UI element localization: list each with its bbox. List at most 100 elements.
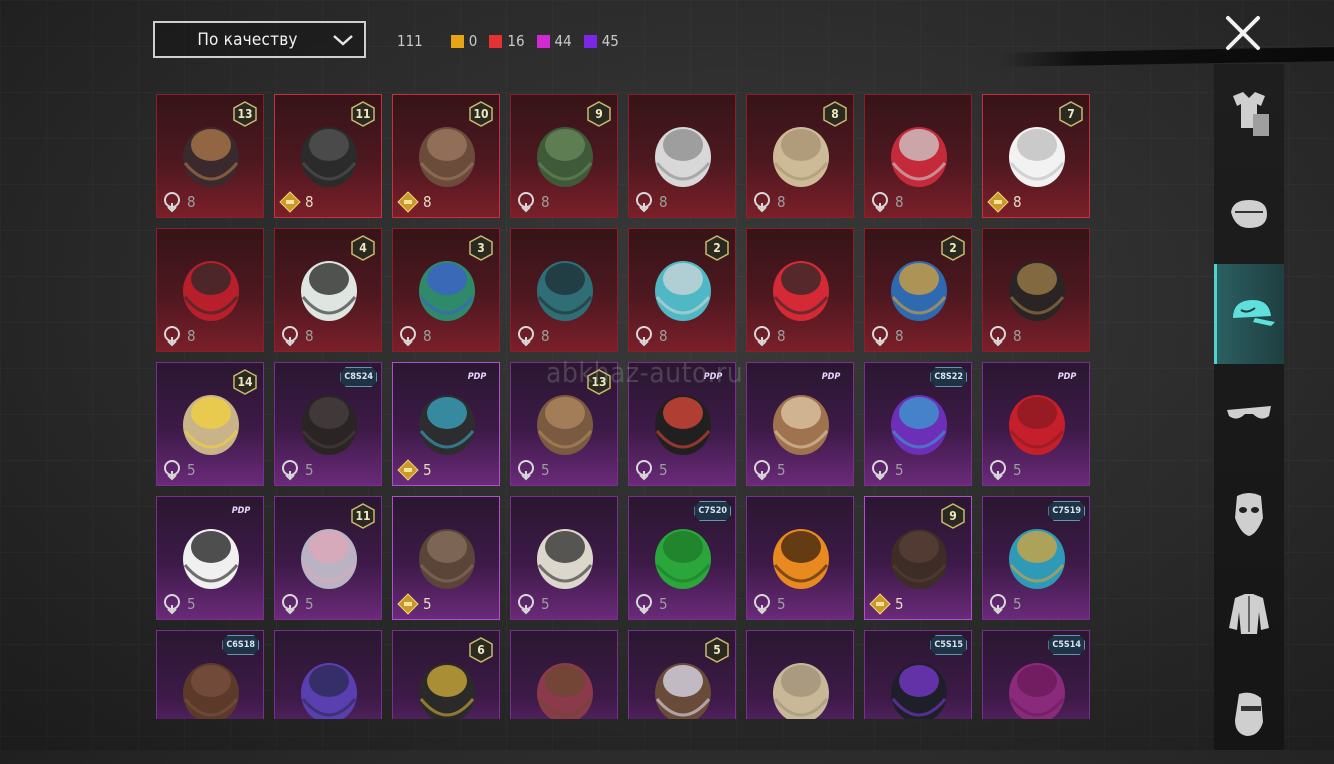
sidebar-tab-cap[interactable] [1214,264,1284,364]
item-card[interactable] [510,630,618,719]
item-card[interactable]: 8 [156,228,264,352]
season-tag-badge: C7S20 [694,501,731,521]
cloud-upgrade-icon [400,326,416,347]
helmet-red-icon [183,261,239,321]
hair-red-icon [1009,395,1065,455]
dragon-helmet-icon [537,261,593,321]
resource-value: 8 [1013,193,1022,211]
sidebar-tab-glasses[interactable] [1214,364,1284,464]
level-badge-number: 11 [355,509,371,523]
item-card[interactable]: 6 [392,630,500,719]
cloud-upgrade-icon [518,460,534,481]
cloud-upgrade-icon [872,326,888,347]
item-card[interactable]: 88 [746,94,854,218]
tier-count-value: 0 [468,32,478,50]
face-mask-icon [1231,200,1267,228]
item-card[interactable]: PDP 5 [156,496,264,620]
item-card[interactable]: 11 5 [274,496,382,620]
item-card[interactable]: 98 [510,94,618,218]
item-card[interactable]: 38 [392,228,500,352]
item-card[interactable]: 5 [392,496,500,620]
mask-icon [1235,493,1263,536]
level-badge-number: 8 [831,107,839,121]
level-badge-number: 10 [473,107,489,121]
item-card[interactable]: 8 [628,94,736,218]
hair-ribbon-icon [419,395,475,455]
witch-hat-icon [537,663,593,719]
sort-dropdown[interactable]: По качеству [153,21,366,58]
resource-value: 5 [895,595,904,613]
fur-hat-icon [537,529,593,589]
resource-value: 5 [659,595,668,613]
tier-swatch [536,34,550,48]
item-card[interactable]: PDP 5 [982,362,1090,486]
cloud-upgrade-icon [282,326,298,347]
cloud-upgrade-icon [636,460,652,481]
item-card[interactable]: PDP 5 [392,362,500,486]
item-card[interactable]: 5 [746,496,854,620]
resource-value: 5 [895,461,904,479]
season-tag-badge: C7S19 [1048,501,1085,521]
tier-count-value: 16 [507,32,525,50]
item-card[interactable]: C7S20 5 [628,496,736,620]
item-card[interactable]: 13 5 [510,362,618,486]
item-card[interactable] [746,630,854,719]
sidebar-tab-face-mask[interactable] [1214,164,1284,264]
item-grid: 13 8 11 8 10 8 9 8 8 8 8 8 7 8 8 4 8 3 8 8 2 8 8 2 8 8 14 5 C8S24 5 PD… [156,94,1094,719]
chevron-down-icon [333,35,353,46]
cloud-upgrade-icon [164,594,180,615]
item-card[interactable]: 95 [864,496,972,620]
item-card[interactable] [274,630,382,719]
level-badge-number: 2 [713,241,721,255]
resource-value: 8 [187,327,196,345]
close-icon[interactable] [1222,12,1264,54]
item-card[interactable]: 8 [864,94,972,218]
gold-coin-icon [279,191,301,213]
resource-value: 8 [423,193,432,211]
sidebar-tab-mask[interactable] [1214,464,1284,564]
item-card[interactable]: C7S19 5 [982,496,1090,620]
sidebar-tab-character[interactable] [1214,664,1284,764]
sidebar-tab-jacket[interactable] [1214,564,1284,664]
resource-value: 5 [423,595,432,613]
item-card[interactable]: 48 [274,228,382,352]
item-card[interactable]: 11 8 [274,94,382,218]
item-card[interactable]: C5S15 [864,630,972,719]
item-card[interactable]: 5 [510,496,618,620]
cloud-upgrade-icon [164,326,180,347]
item-card[interactable]: PDP 5 [746,362,854,486]
resource-value: 5 [541,595,550,613]
cloud-upgrade-icon [754,326,770,347]
level-badge-number: 4 [359,241,367,255]
item-card[interactable]: 8 [746,228,854,352]
item-card[interactable]: 78 [982,94,1090,218]
sidebar-tab-outfit[interactable] [1214,64,1284,164]
item-card[interactable]: 10 8 [392,94,500,218]
item-card[interactable]: 8 [982,228,1090,352]
level-badge-number: 2 [949,241,957,255]
item-card[interactable]: 28 [628,228,736,352]
cyber-helmet-icon [773,261,829,321]
ponytail-icon [419,529,475,589]
item-card[interactable]: PDP 5 [628,362,736,486]
item-card[interactable]: 13 8 [156,94,264,218]
jacket-icon [1229,594,1269,634]
item-card[interactable]: C5S14 [982,630,1090,719]
resource-value: 8 [541,193,550,211]
cloud-upgrade-icon [282,460,298,481]
item-card[interactable]: 28 [864,228,972,352]
item-card[interactable]: C6S18 [156,630,264,719]
item-card[interactable]: C8S24 5 [274,362,382,486]
gold-coin-icon [397,459,419,481]
cloud-upgrade-icon [518,326,534,347]
item-card[interactable]: C8S22 5 [864,362,972,486]
resource-value: 5 [423,461,432,479]
resource-value: 8 [305,327,314,345]
item-card[interactable]: 14 5 [156,362,264,486]
dog-mask-icon [773,395,829,455]
item-card[interactable]: 8 [510,228,618,352]
pumpkin-icon [773,529,829,589]
cloud-upgrade-icon [872,192,888,213]
cloud-upgrade-icon [990,460,1006,481]
item-card[interactable]: 5 [628,630,736,719]
